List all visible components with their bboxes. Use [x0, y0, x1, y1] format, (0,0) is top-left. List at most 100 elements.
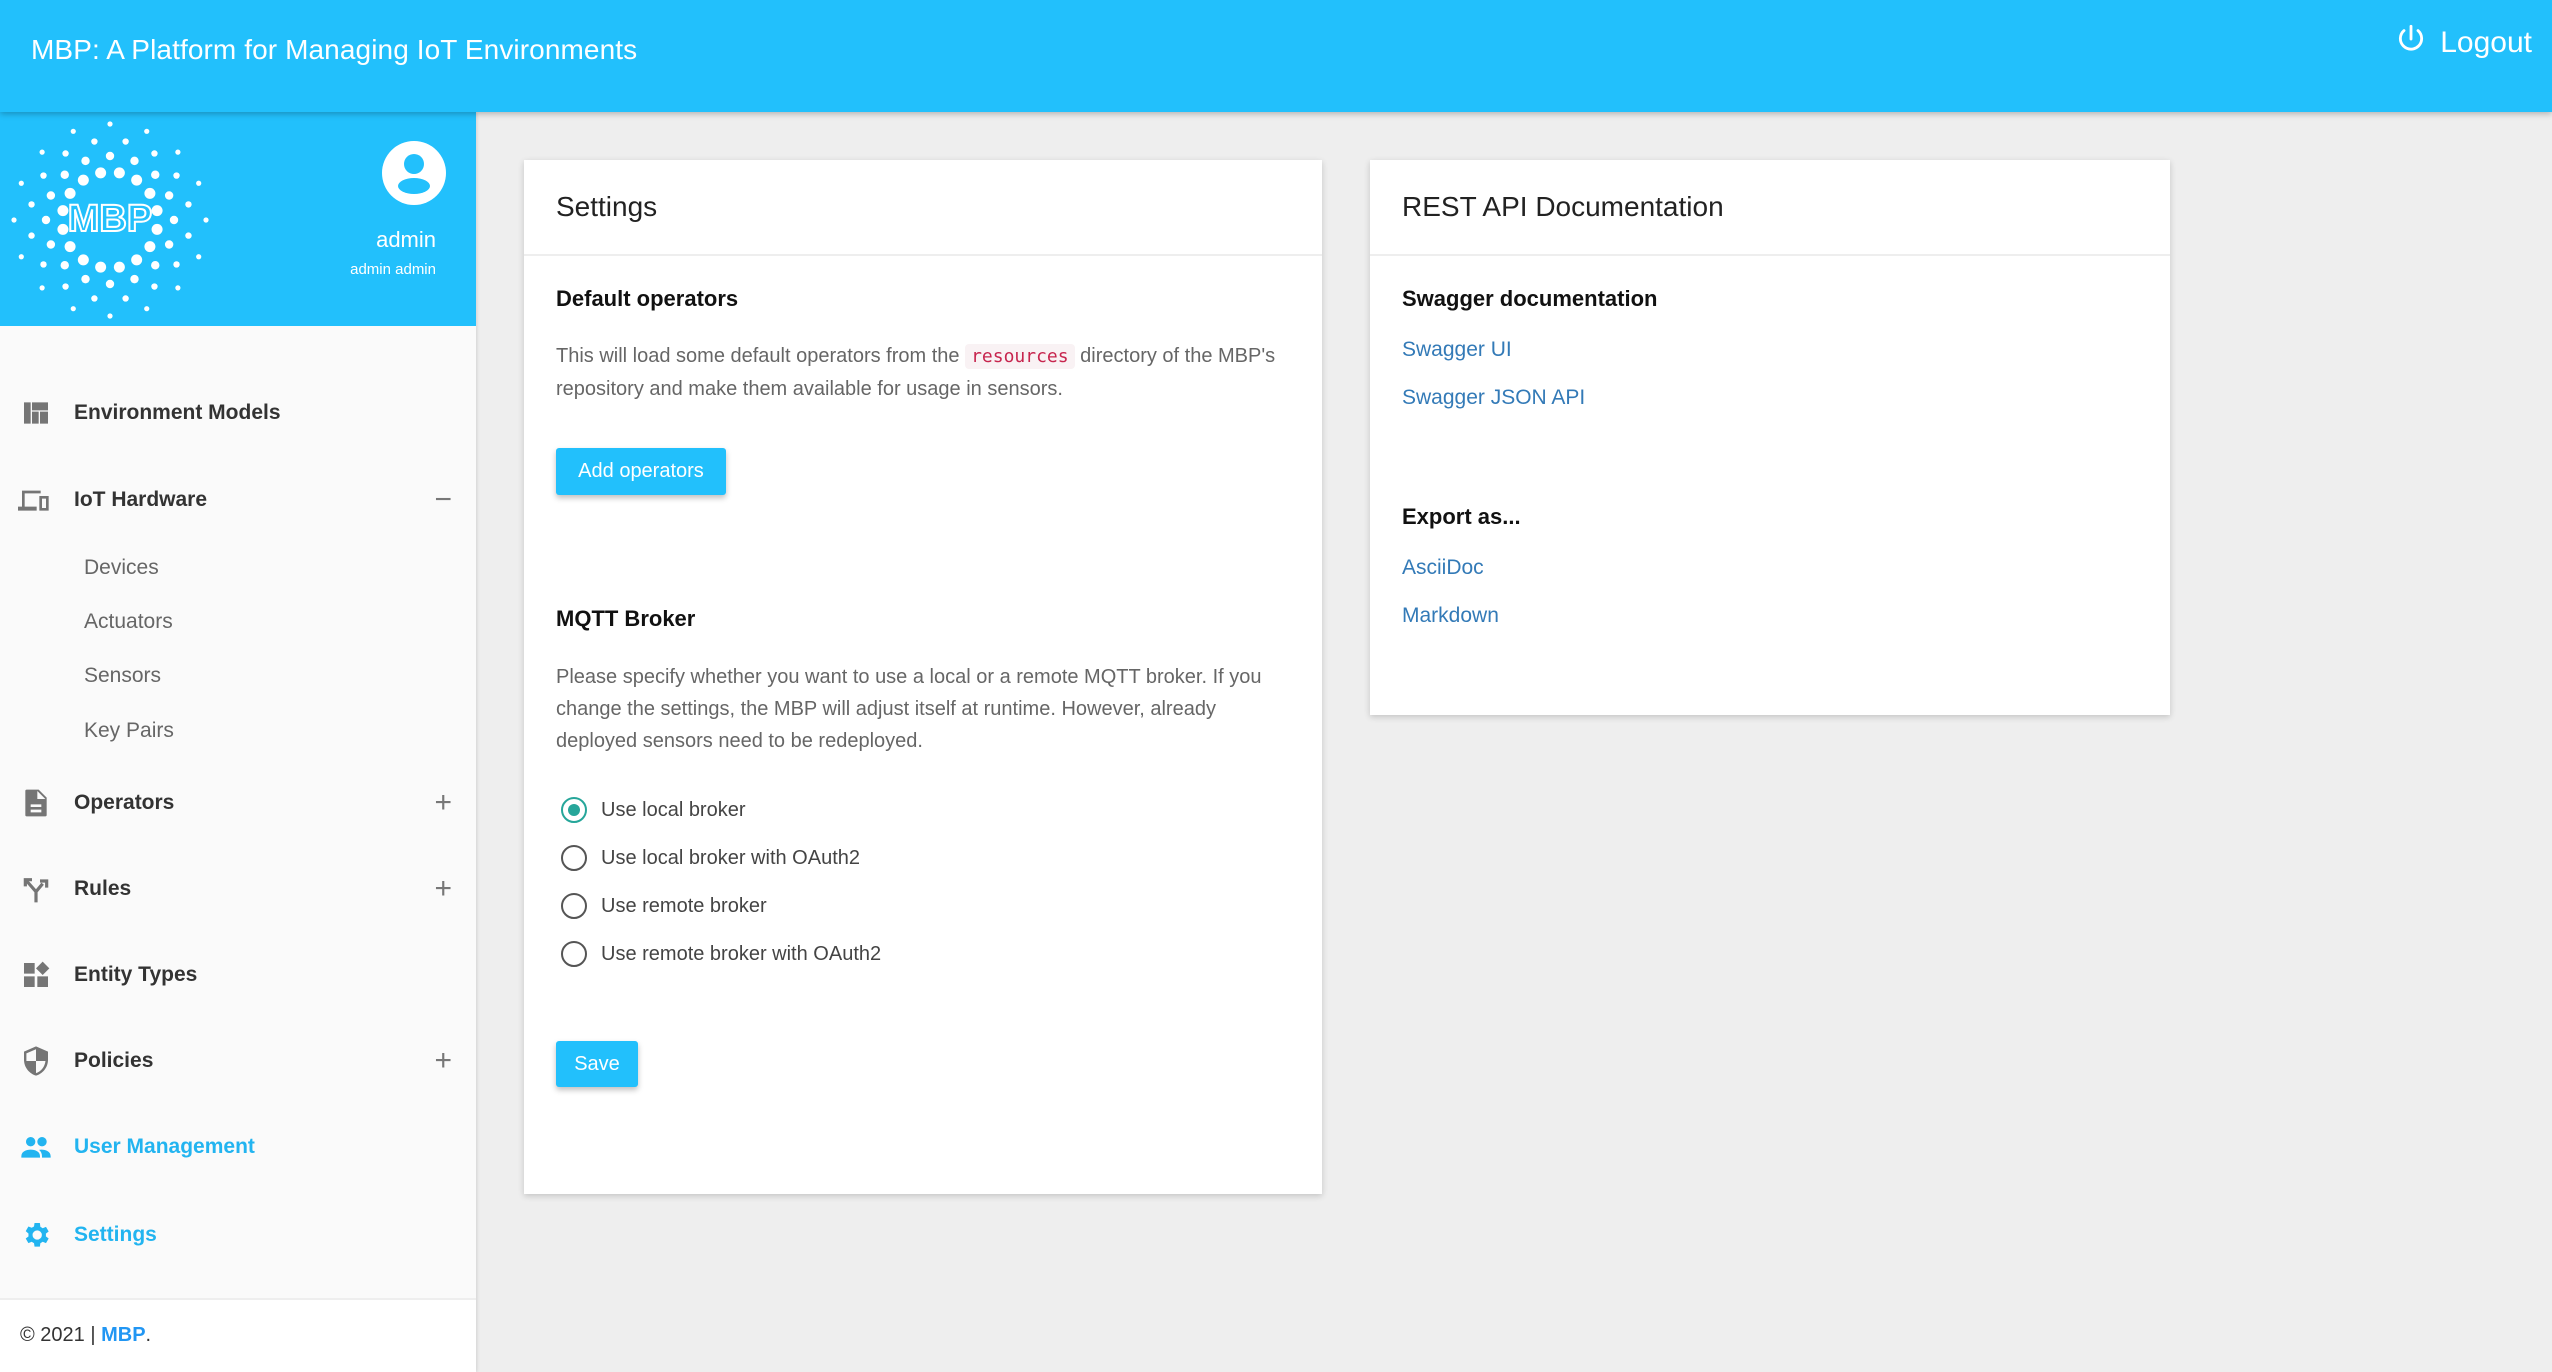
- save-button[interactable]: Save: [556, 1041, 638, 1087]
- footer-text: © 2021 | MBP.: [20, 1324, 151, 1347]
- logo-dot: [57, 223, 69, 235]
- logo-dot: [203, 217, 209, 223]
- sidebar-item-rules[interactable]: Rules +: [0, 859, 476, 919]
- logo-dot: [151, 261, 160, 270]
- swagger-heading: Swagger documentation: [1402, 286, 1658, 311]
- radio-use-local-broker[interactable]: Use local broker: [561, 797, 746, 823]
- default-operators-description: This will load some default operators fr…: [556, 340, 1296, 405]
- power-icon: [2399, 24, 2424, 51]
- expand-icon[interactable]: +: [434, 1046, 452, 1076]
- sidebar: MBP admin admin admin Home Environment M…: [0, 112, 476, 1372]
- expand-icon[interactable]: +: [434, 874, 452, 904]
- logout-label: Logout: [2440, 26, 2532, 59]
- logo-dot: [175, 285, 181, 291]
- logo-dot: [107, 313, 113, 319]
- gear-icon: [18, 1217, 54, 1253]
- sidebar-subitem-key-pairs[interactable]: Key Pairs: [84, 719, 174, 743]
- logo-dot: [130, 274, 139, 284]
- radio-button[interactable]: [561, 941, 587, 967]
- sidebar-item-environment-models[interactable]: Environment Models: [0, 383, 476, 443]
- logo-dot: [144, 241, 156, 253]
- radio-use-remote-broker[interactable]: Use remote broker: [561, 893, 767, 919]
- logo-dot: [11, 217, 17, 223]
- swagger-ui-link[interactable]: Swagger UI: [1402, 338, 1512, 362]
- logo-dot: [62, 283, 69, 290]
- devices-icon: [16, 482, 52, 518]
- sidebar-header: MBP admin admin admin: [0, 112, 476, 326]
- settings-card: Settings Default operators This will loa…: [524, 160, 1322, 1194]
- footer-brand-link[interactable]: MBP: [101, 1324, 145, 1346]
- sidebar-item-operators[interactable]: Operators +: [0, 773, 476, 833]
- logo-dot: [70, 128, 76, 134]
- sidebar-item-iot-hardware[interactable]: IoT Hardware −: [0, 470, 476, 530]
- radio-label: Use remote broker: [601, 894, 767, 917]
- logo-dot: [151, 223, 163, 235]
- sidebar-item-entity-types[interactable]: Entity Types: [0, 945, 476, 1005]
- logo-dot: [151, 283, 158, 290]
- sidebar-subitem-devices[interactable]: Devices: [84, 556, 159, 580]
- logo-dot: [91, 138, 98, 145]
- sidebar-subitem-actuators[interactable]: Actuators: [84, 610, 173, 634]
- logout-button[interactable]: Logout: [2394, 24, 2532, 60]
- user-full-name: admin admin: [350, 261, 436, 278]
- radio-button[interactable]: [561, 893, 587, 919]
- asciidoc-link[interactable]: AsciiDoc: [1402, 556, 1484, 580]
- logo-dot: [18, 254, 24, 260]
- logo-dot: [173, 172, 180, 179]
- settings-card-title: Settings: [524, 160, 1322, 256]
- logo-dot: [107, 121, 113, 127]
- logo-dot: [151, 170, 160, 179]
- add-operators-button[interactable]: Add operators: [556, 448, 726, 495]
- logo-dot: [185, 232, 192, 239]
- sidebar-subitem-sensors[interactable]: Sensors: [84, 664, 161, 688]
- people-icon: [18, 1129, 54, 1165]
- logo-dot: [40, 261, 47, 268]
- logo-dot: [77, 174, 89, 186]
- sidebar-item-label: IoT Hardware: [74, 488, 208, 511]
- radio-label: Use local broker: [601, 798, 746, 821]
- logo-dot: [64, 241, 76, 253]
- sidebar-item-settings[interactable]: Settings: [0, 1205, 476, 1265]
- logo-dot: [131, 254, 143, 266]
- logo-dot: [105, 151, 115, 161]
- sidebar-item-label: Entity Types: [74, 963, 198, 986]
- logo-dot: [113, 261, 125, 273]
- logo-dot: [39, 149, 45, 155]
- logo-dot: [46, 240, 56, 249]
- logo-dot: [151, 205, 163, 217]
- radio-use-local-broker-oauth2[interactable]: Use local broker with OAuth2: [561, 845, 860, 871]
- resources-code: resources: [965, 344, 1075, 369]
- rest-api-card-title: REST API Documentation: [1370, 160, 2170, 256]
- account-circle-icon[interactable]: [381, 140, 447, 206]
- logo-dot: [173, 261, 180, 268]
- logo-dot: [144, 306, 150, 312]
- shield-icon: [18, 1043, 54, 1079]
- mqtt-broker-description: Please specify whether you want to use a…: [556, 666, 1262, 752]
- sidebar-item-label: Rules: [74, 877, 132, 900]
- merge-arrows-icon: [18, 871, 54, 907]
- collapse-icon[interactable]: −: [434, 485, 452, 515]
- logo-dot: [105, 279, 115, 289]
- radio-use-remote-broker-oauth2[interactable]: Use remote broker with OAuth2: [561, 941, 881, 967]
- sidebar-item-label: Policies: [74, 1049, 154, 1072]
- swagger-json-api-link[interactable]: Swagger JSON API: [1402, 386, 1585, 410]
- markdown-link[interactable]: Markdown: [1402, 604, 1499, 628]
- logo-dot: [62, 150, 69, 157]
- logo-dot: [151, 150, 158, 157]
- logo-dot: [39, 285, 45, 291]
- sidebar-item-policies[interactable]: Policies +: [0, 1031, 476, 1091]
- logo-dot: [77, 254, 89, 266]
- logo-dot: [70, 306, 76, 312]
- logo-dot: [95, 261, 107, 273]
- mbp-logo[interactable]: MBP: [0, 115, 220, 325]
- sidebar-item-user-management[interactable]: User Management: [0, 1117, 476, 1177]
- expand-icon[interactable]: +: [434, 788, 452, 818]
- logo-dot: [46, 191, 56, 200]
- logo-dot: [144, 128, 150, 134]
- radio-button[interactable]: [561, 845, 587, 871]
- logo-dot: [196, 254, 202, 260]
- sidebar-item-label: Environment Models: [74, 401, 281, 424]
- description-text: This will load some default operators fr…: [556, 345, 966, 367]
- radio-button[interactable]: [561, 797, 587, 823]
- logo-dot: [28, 201, 35, 208]
